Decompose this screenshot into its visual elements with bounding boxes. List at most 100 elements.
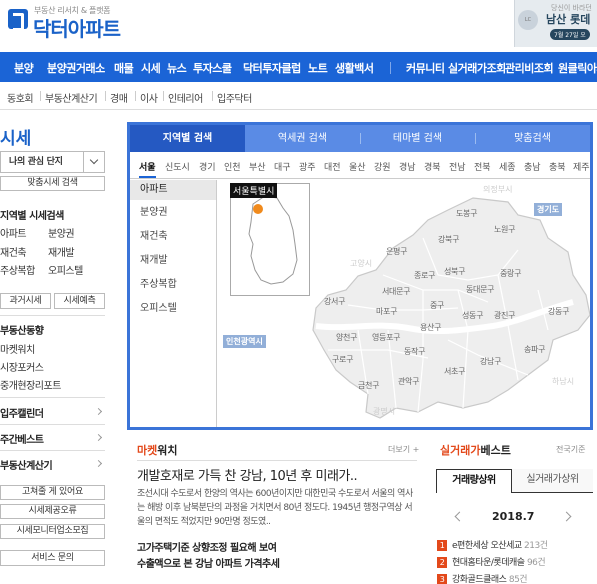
korea-inset-map[interactable]: 서울특별시 [230, 183, 310, 296]
subnav-item-moving[interactable]: 이사 [140, 90, 158, 105]
district-jungnang[interactable]: 중랑구 [500, 268, 521, 279]
nav-item-transaction[interactable]: 실거래가조회 [448, 60, 506, 76]
district-songpa[interactable]: 송파구 [524, 344, 545, 355]
sidebar-link-redevelopment[interactable]: 재개발 [48, 244, 75, 259]
logo-icon[interactable] [8, 9, 28, 31]
market-watch-more-link[interactable]: 더보기 + [388, 444, 419, 455]
past-price-button[interactable]: 과거시세 [0, 293, 51, 309]
price-error-button[interactable]: 시세제공오류 [0, 504, 105, 519]
market-watch-headline[interactable]: 개발호재로 가득 찬 강남, 10년 후 미래가.. [137, 465, 358, 484]
list-item[interactable]: 3 강화골드클래스 85건 [437, 572, 528, 584]
sidebar-link-market-watch[interactable]: 마켓워치 [0, 341, 35, 356]
sidebar-item-weekly-best[interactable]: 주간베스트 [0, 431, 44, 446]
district-seodaemun[interactable]: 서대문구 [382, 286, 411, 297]
nav-item-invest-school[interactable]: 투자스쿨 [193, 60, 232, 76]
district-geumcheon[interactable]: 금천구 [358, 380, 379, 391]
region-gyeongnam[interactable]: 경남 [399, 160, 416, 173]
nav-item-listings[interactable]: 매물 [114, 60, 134, 76]
district-guro[interactable]: 구로구 [332, 354, 353, 365]
ad-banner[interactable]: LC 당신이 바라던 남산 롯데 7월 27일 오 [514, 0, 597, 47]
chevron-left-icon[interactable] [454, 511, 465, 522]
type-apartment[interactable]: 아파트 [130, 180, 216, 200]
chevron-down-icon[interactable] [83, 152, 104, 172]
region-ulsan[interactable]: 울산 [349, 160, 366, 173]
district-yeongdeungpo[interactable]: 영등포구 [372, 332, 401, 343]
price-forecast-button[interactable]: 시세예측 [54, 293, 105, 309]
district-seocho[interactable]: 서초구 [444, 366, 465, 377]
tab-volume-top[interactable]: 거래량상위 [436, 469, 512, 493]
logo-text[interactable]: 닥터아파트 [33, 13, 121, 42]
region-jeonnam[interactable]: 전남 [449, 160, 466, 173]
subnav-item-club[interactable]: 동호회 [7, 90, 34, 105]
district-eunpyeong[interactable]: 은평구 [386, 246, 407, 257]
nav-item-oneclick[interactable]: 원클릭아파트 [558, 60, 597, 76]
sidebar-link-market-focus[interactable]: 시장포커스 [0, 359, 44, 374]
sidebar-item-calculator[interactable]: 부동산계산기 [0, 457, 53, 472]
district-mapo[interactable]: 마포구 [376, 306, 397, 317]
list-item[interactable]: 2 현대홈타운/롯데캐슬 96건 [437, 555, 546, 568]
subnav-item-calculator[interactable]: 부동산계산기 [45, 90, 98, 105]
district-jongno[interactable]: 종로구 [414, 270, 435, 281]
region-daejeon[interactable]: 대전 [324, 160, 341, 173]
district-dobong[interactable]: 도봉구 [456, 208, 477, 219]
region-jeju[interactable]: 제주 [573, 160, 590, 173]
nav-item-prices[interactable]: 시세 [141, 60, 161, 76]
region-chungnam[interactable]: 충남 [524, 160, 541, 173]
region-busan[interactable]: 부산 [249, 160, 266, 173]
type-mixed-use[interactable]: 주상복합 [130, 275, 216, 295]
district-gangbuk[interactable]: 강북구 [438, 234, 459, 245]
region-gangwon[interactable]: 강원 [374, 160, 391, 173]
tab-custom-search[interactable]: 맞춤검색 [475, 125, 590, 152]
map-tag-incheon[interactable]: 인천광역시 [223, 335, 266, 348]
type-presale[interactable]: 분양권 [130, 203, 216, 223]
district-jung[interactable]: 중구 [430, 300, 444, 311]
district-yongsan[interactable]: 용산구 [420, 322, 441, 333]
list-item[interactable]: 1 e편한세상 오산세교 213건 [437, 538, 548, 551]
fix-request-button[interactable]: 고쳐줄 게 있어요 [0, 485, 105, 500]
sidebar-link-reconstruction[interactable]: 재건축 [0, 244, 27, 259]
sidebar-link-officetel[interactable]: 오피스텔 [48, 262, 83, 277]
district-gwanak[interactable]: 관악구 [398, 376, 419, 387]
tab-theme-search[interactable]: 테마별 검색 [360, 125, 475, 152]
nav-item-presale-exchange[interactable]: 분양권거래소 [47, 60, 105, 76]
market-watch-article-link[interactable]: 고가주택기준 상향조정 필요해 보여 [137, 539, 277, 554]
district-gwangjin[interactable]: 광진구 [494, 310, 515, 321]
district-gangnam[interactable]: 강남구 [480, 356, 501, 367]
region-chungbuk[interactable]: 충북 [549, 160, 566, 173]
district-gangseo[interactable]: 강서구 [324, 296, 345, 307]
subnav-item-interior[interactable]: 인테리어 [168, 90, 203, 105]
subnav-item-move-in[interactable]: 입주닥터 [217, 90, 252, 105]
nav-item-living[interactable]: 생활백서 [335, 60, 374, 76]
region-gyeonggi[interactable]: 경기 [199, 160, 216, 173]
nav-item-community[interactable]: 커뮤니티 [406, 60, 445, 76]
region-seoul[interactable]: 서울 [139, 160, 156, 178]
favorite-complex-select[interactable]: 나의 관심 단지 [0, 151, 105, 173]
nav-item-invest-club[interactable]: 닥터투자클럽 [243, 60, 301, 76]
subnav-item-auction[interactable]: 경매 [110, 90, 128, 105]
district-gangdong[interactable]: 강동구 [548, 306, 569, 317]
market-watch-summary[interactable]: 조선시대 수도로서 한양의 역사는 600년이지만 대한민국 수도로서 서울의 … [137, 487, 419, 529]
nav-item-presale[interactable]: 분양 [14, 60, 34, 76]
service-inquiry-button[interactable]: 서비스 문의 [0, 550, 105, 566]
district-yangcheon[interactable]: 양천구 [336, 332, 357, 343]
sidebar-link-broker-report[interactable]: 중개현장리포트 [0, 377, 61, 392]
sidebar-link-presale[interactable]: 분양권 [48, 225, 75, 240]
region-jeonbuk[interactable]: 전북 [474, 160, 491, 173]
tab-region-search[interactable]: 지역별 검색 [130, 125, 245, 152]
nav-item-maintenance[interactable]: 관리비조회 [505, 60, 554, 76]
market-watch-article-link[interactable]: 수출액으로 본 강남 아파트 가격추세 [137, 555, 280, 570]
region-daegu[interactable]: 대구 [274, 160, 291, 173]
region-sejong[interactable]: 세종 [499, 160, 516, 173]
sidebar-link-apartment[interactable]: 아파트 [0, 225, 27, 240]
district-dongjak[interactable]: 동작구 [404, 346, 425, 357]
type-officetel[interactable]: 오피스텔 [130, 299, 216, 319]
nav-item-note[interactable]: 노트 [308, 60, 328, 76]
custom-price-search-button[interactable]: 맞춤시세 검색 [0, 176, 105, 191]
type-redevelopment[interactable]: 재개발 [130, 251, 216, 271]
district-seongbuk[interactable]: 성북구 [444, 266, 465, 277]
region-gyeongbuk[interactable]: 경북 [424, 160, 441, 173]
district-nowon[interactable]: 노원구 [494, 224, 515, 235]
region-gwangju[interactable]: 광주 [299, 160, 316, 173]
region-new-town[interactable]: 신도시 [165, 160, 190, 173]
sidebar-link-mixed-use[interactable]: 주상복합 [0, 262, 35, 277]
